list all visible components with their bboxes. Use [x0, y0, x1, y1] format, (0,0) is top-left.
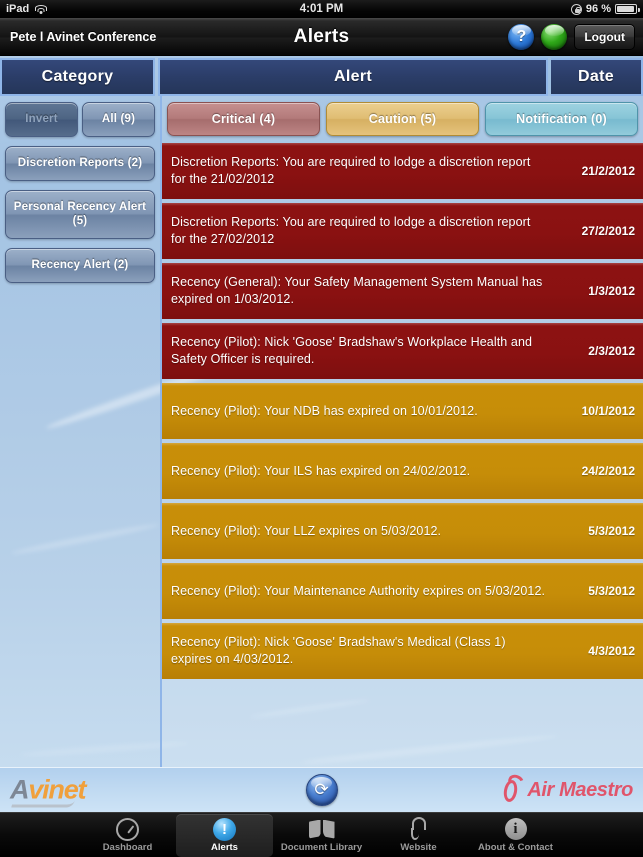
- alert-row[interactable]: Recency (General): Your Safety Managemen…: [162, 263, 643, 319]
- all-categories-button[interactable]: All (9): [82, 102, 155, 138]
- alert-row[interactable]: Recency (Pilot): Nick 'Goose' Bradshaw's…: [162, 623, 643, 679]
- category-item-recency-alert[interactable]: Recency Alert (2): [5, 247, 155, 284]
- alert-message: Discretion Reports: You are required to …: [171, 155, 531, 186]
- alert-row[interactable]: Recency (Pilot): Your NDB has expired on…: [162, 383, 643, 439]
- battery-charging-icon: [615, 4, 640, 14]
- alert-message: Recency (Pilot): Your LLZ expires on 5/0…: [171, 523, 442, 538]
- status-bar-left: iPad: [0, 3, 200, 15]
- alert-row[interactable]: Recency (Pilot): Your ILS has expired on…: [162, 443, 643, 499]
- tab-label-document-library: Document Library: [280, 842, 363, 853]
- alert-rows-container: Discretion Reports: You are required to …: [162, 143, 643, 679]
- alert-row[interactable]: Discretion Reports: You are required to …: [162, 143, 643, 199]
- alert-exclamation-icon: !: [213, 817, 236, 841]
- alert-message: Recency (Pilot): Your NDB has expired on…: [171, 403, 478, 418]
- book-icon: [308, 817, 335, 841]
- navigation-bar: Pete l Avinet Conference Alerts ? Logout: [0, 18, 643, 56]
- gauge-icon: [116, 817, 139, 841]
- tab-label-alerts: Alerts: [211, 842, 238, 853]
- category-item-discretion-reports[interactable]: Discretion Reports (2): [5, 146, 155, 182]
- refresh-sync-icon[interactable]: ⟳: [305, 774, 338, 806]
- column-header-date: Date: [551, 58, 643, 96]
- wifi-icon: [34, 4, 47, 15]
- column-headers: Category Alert Date: [0, 58, 643, 96]
- alert-date: 5/3/2012: [588, 584, 635, 598]
- column-header-category: Category: [0, 58, 155, 96]
- alert-message: Recency (Pilot): Nick 'Goose' Bradshaw's…: [171, 335, 533, 366]
- alert-date: 2/3/2012: [588, 344, 635, 358]
- category-filter-panel: Invert All (9) Discretion Reports (2) Pe…: [0, 96, 160, 767]
- alert-message: Recency (Pilot): Nick 'Goose' Bradshaw's…: [171, 635, 506, 666]
- filter-notification-button[interactable]: Notification (0): [485, 102, 638, 136]
- alert-date: 5/3/2012: [588, 524, 635, 538]
- severity-filter-row: Critical (4) Caution (5) Notification (0…: [162, 96, 643, 143]
- help-question-icon[interactable]: ?: [508, 23, 535, 50]
- category-toggle-row: Invert All (9): [5, 102, 155, 138]
- green-status-orb-icon[interactable]: [541, 23, 568, 50]
- alert-row[interactable]: Recency (Pilot): Your LLZ expires on 5/0…: [162, 503, 643, 559]
- rotation-lock-icon: [570, 3, 582, 15]
- air-maestro-mark-icon: [502, 772, 527, 805]
- invert-filter-button[interactable]: Invert: [5, 102, 78, 138]
- navigation-bar-actions: ? Logout: [393, 23, 643, 50]
- page-title: Alerts: [293, 25, 350, 47]
- ios-status-bar: iPad 4:01 PM 96 %: [0, 0, 643, 18]
- device-name-label: iPad: [6, 3, 30, 15]
- tab-about-contact[interactable]: i About & Contact: [467, 814, 564, 857]
- alert-date: 4/3/2012: [588, 644, 635, 658]
- status-bar-clock: 4:01 PM: [299, 3, 344, 15]
- filter-critical-button[interactable]: Critical (4): [167, 102, 320, 136]
- column-header-alert: Alert: [158, 58, 548, 96]
- alert-date: 27/2/2012: [581, 224, 635, 238]
- bottom-tab-bar: Dashboard ! Alerts Document Library Webs…: [0, 812, 643, 857]
- avinet-logo-swoosh-icon: [11, 800, 75, 808]
- alert-row[interactable]: Recency (Pilot): Your Maintenance Author…: [162, 563, 643, 619]
- battery-percent-label: 96 %: [585, 3, 611, 15]
- alert-message: Recency (General): Your Safety Managemen…: [171, 275, 543, 306]
- logout-button[interactable]: Logout: [574, 23, 635, 50]
- alert-message: Recency (Pilot): Your Maintenance Author…: [171, 583, 546, 598]
- tab-alerts[interactable]: ! Alerts: [176, 813, 273, 857]
- footer-logo-bar: Avinet ⟳ Air Maestro: [0, 767, 643, 812]
- current-user-label: Pete l Avinet Conference: [10, 29, 157, 44]
- alert-row[interactable]: Discretion Reports: You are required to …: [162, 203, 643, 259]
- alert-message: Recency (Pilot): Your ILS has expired on…: [171, 463, 471, 478]
- alert-date: 24/2/2012: [581, 464, 635, 478]
- tab-dashboard[interactable]: Dashboard: [79, 814, 176, 857]
- filter-caution-button[interactable]: Caution (5): [326, 102, 479, 136]
- alert-row[interactable]: Recency (Pilot): Nick 'Goose' Bradshaw's…: [162, 323, 643, 379]
- alert-date: 21/2/2012: [581, 164, 635, 178]
- alert-date: 1/3/2012: [588, 284, 635, 298]
- alert-message: Discretion Reports: You are required to …: [171, 215, 531, 246]
- hook-link-icon: [408, 817, 430, 841]
- air-maestro-logo: Air Maestro: [502, 772, 633, 805]
- alert-date: 10/1/2012: [581, 404, 635, 418]
- tab-label-dashboard: Dashboard: [102, 842, 153, 853]
- avinet-logo: Avinet: [10, 775, 87, 808]
- tab-label-about-contact: About & Contact: [478, 842, 553, 853]
- category-item-personal-recency-alert[interactable]: Personal Recency Alert (5): [5, 190, 155, 239]
- app-screen: iPad 4:01 PM 96 % Pete l Avinet Conferen…: [0, 0, 643, 857]
- status-bar-right: 96 %: [443, 3, 643, 15]
- air-maestro-logo-text: Air Maestro: [527, 778, 633, 801]
- tab-label-website: Website: [400, 842, 437, 853]
- tab-document-library[interactable]: Document Library: [273, 814, 370, 857]
- info-icon: i: [504, 817, 527, 841]
- alert-list-panel: Critical (4) Caution (5) Notification (0…: [160, 96, 643, 767]
- tab-website[interactable]: Website: [370, 814, 467, 857]
